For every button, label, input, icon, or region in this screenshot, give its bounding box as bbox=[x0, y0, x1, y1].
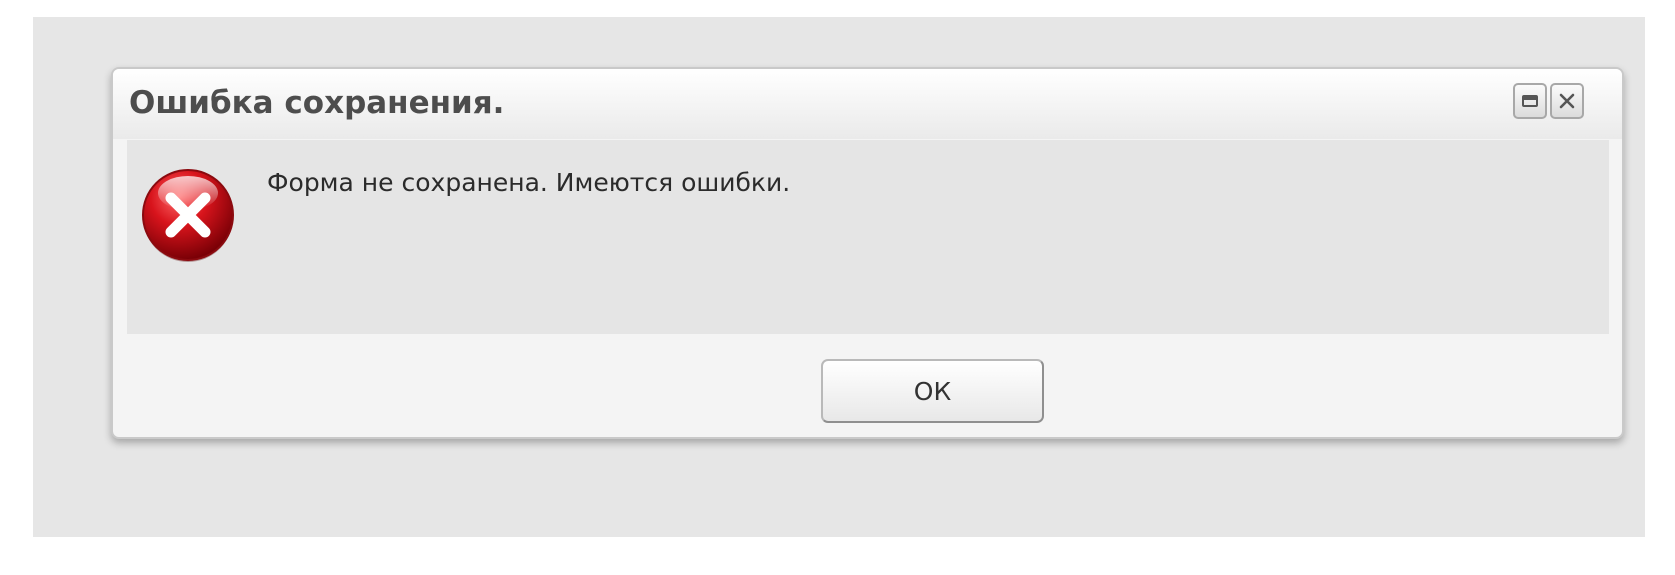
close-icon bbox=[1558, 92, 1576, 110]
maximize-button[interactable] bbox=[1513, 83, 1547, 119]
dialog-titlebar[interactable]: Ошибка сохранения. bbox=[113, 69, 1622, 139]
dialog-body: Форма не сохранена. Имеются ошибки. bbox=[127, 140, 1609, 334]
close-button[interactable] bbox=[1550, 83, 1584, 119]
dialog-title: Ошибка сохранения. bbox=[129, 85, 505, 121]
ok-button[interactable]: ОК bbox=[821, 359, 1044, 423]
window-backdrop: Ошибка сохранения. Форма не сохранена. И… bbox=[33, 17, 1645, 537]
error-icon bbox=[139, 166, 237, 264]
error-dialog: Ошибка сохранения. Форма не сохранена. И… bbox=[111, 67, 1624, 439]
maximize-icon bbox=[1522, 95, 1538, 107]
error-message: Форма не сохранена. Имеются ошибки. bbox=[267, 168, 791, 197]
